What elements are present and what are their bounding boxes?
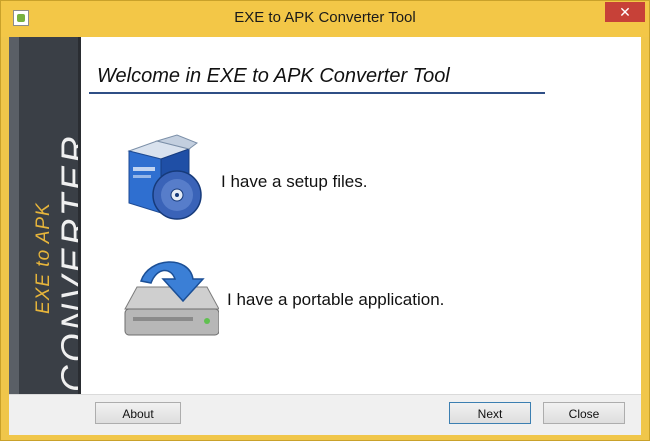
option-setup-files[interactable]: I have a setup files. <box>119 133 539 223</box>
banner-text: EXE to APK CONVERTER <box>33 37 81 392</box>
close-button[interactable]: Close <box>543 402 625 424</box>
heading-divider <box>89 92 545 94</box>
banner-top-text: EXE to APK <box>33 202 54 314</box>
about-button[interactable]: About <box>95 402 181 424</box>
button-bar: About Next Close <box>9 394 641 435</box>
side-banner: EXE to APK CONVERTER <box>9 37 81 434</box>
setup-package-icon <box>127 134 202 220</box>
drive-download-icon <box>124 261 219 336</box>
option-setup-label: I have a setup files. <box>221 172 368 191</box>
page-title: Welcome in EXE to APK Converter Tool <box>97 65 450 87</box>
wizard-content: EXE to APK CONVERTER Welcome in EXE to A… <box>9 37 641 435</box>
option-portable-label: I have a portable application. <box>227 290 445 309</box>
app-window: EXE to APK Converter Tool ✕ EXE to APK C… <box>0 0 650 441</box>
window-close-button[interactable]: ✕ <box>605 2 645 22</box>
title-bar[interactable]: EXE to APK Converter Tool ✕ <box>1 1 649 37</box>
option-portable-application[interactable]: I have a portable application. <box>119 251 539 341</box>
window-title: EXE to APK Converter Tool <box>234 9 416 26</box>
next-button[interactable]: Next <box>449 402 531 424</box>
banner-bottom-text: CONVERTER <box>54 133 81 392</box>
